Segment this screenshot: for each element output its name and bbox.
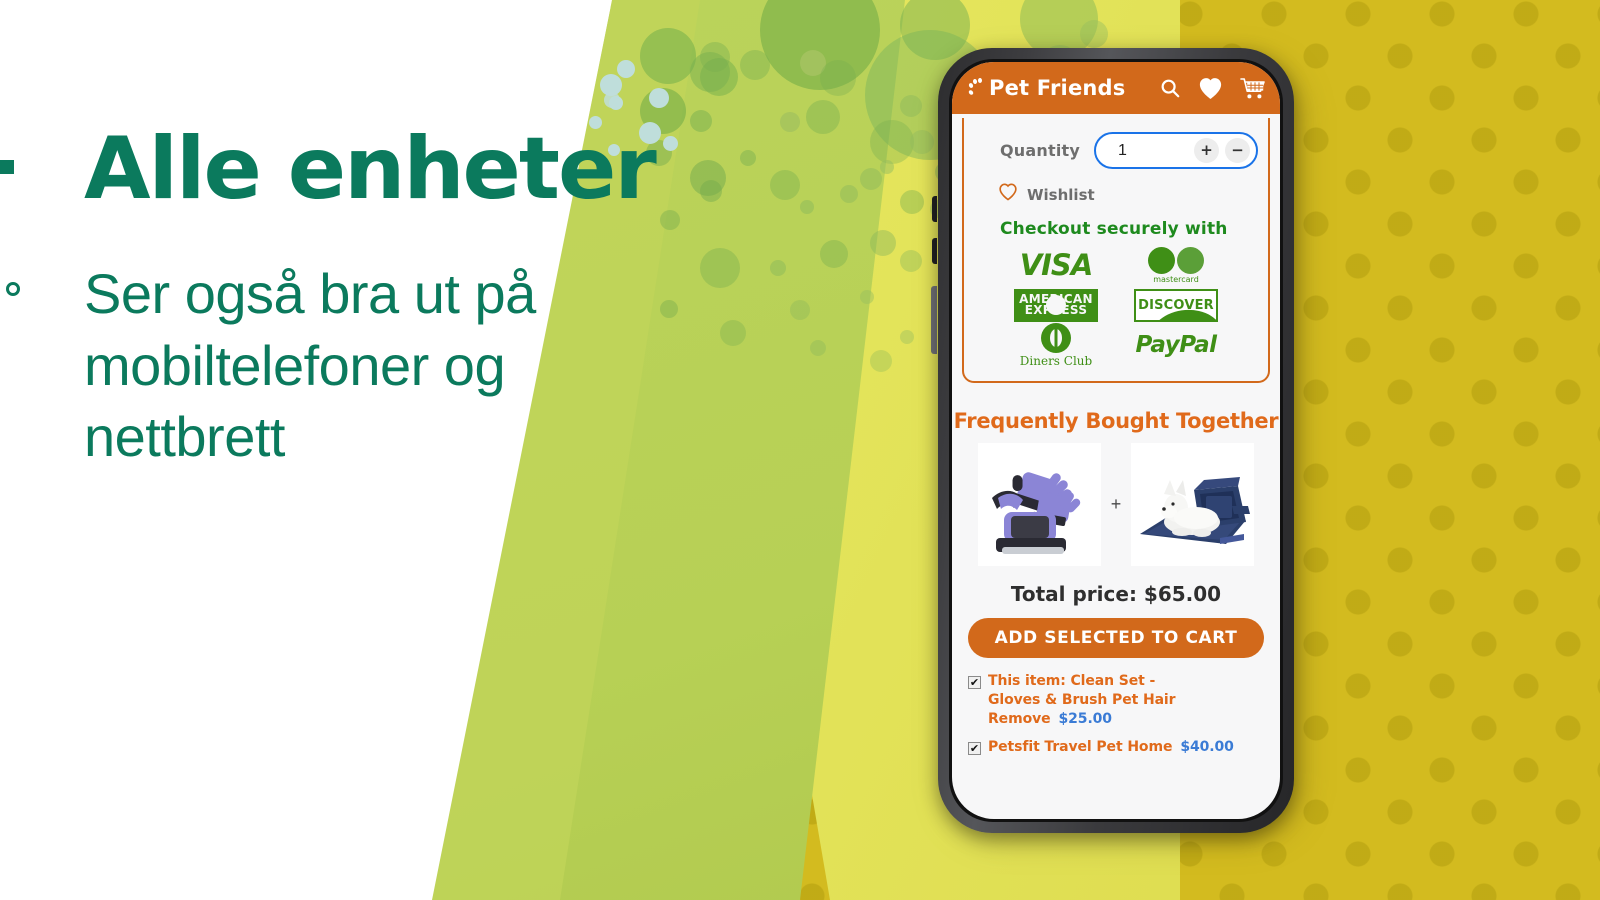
phone-volume-down-button[interactable] bbox=[932, 238, 937, 264]
payment-mastercard: mastercard bbox=[1148, 245, 1204, 285]
product-thumb-travel-pet-home[interactable] bbox=[1131, 443, 1255, 566]
item-price: $25.00 bbox=[1058, 710, 1113, 727]
phone-mockup: Pet Friends Quantity 1 + − Wishlist Chec… bbox=[938, 48, 1294, 833]
wishlist-button[interactable]: Wishlist bbox=[974, 169, 1258, 206]
item-checkbox[interactable]: ✔ bbox=[968, 741, 981, 755]
checkout-secure-title: Checkout securely with bbox=[1000, 219, 1228, 239]
promo-headline: Alle enheter bbox=[84, 119, 657, 219]
phone-screen: Pet Friends Quantity 1 + − Wishlist Chec… bbox=[952, 62, 1280, 819]
item-checkbox[interactable]: ✔ bbox=[968, 676, 981, 689]
discover-icon: DISCOVER bbox=[1134, 288, 1218, 322]
quantity-stepper[interactable]: 1 + − bbox=[1094, 132, 1258, 169]
total-price: Total price: $65.00 bbox=[1010, 582, 1222, 606]
header-icon-group bbox=[1159, 77, 1266, 100]
promo-banner: Alle enheter Ser også bra ut på mobiltel… bbox=[0, 0, 1600, 900]
quantity-label: Quantity bbox=[1000, 141, 1080, 160]
quantity-input[interactable]: 1 bbox=[1100, 142, 1188, 160]
fbt-products: + bbox=[952, 433, 1280, 566]
payment-visa: VISA bbox=[1019, 248, 1094, 282]
phone-bezel: Pet Friends Quantity 1 + − Wishlist Chec… bbox=[949, 59, 1283, 822]
product-thumb-clean-set[interactable] bbox=[977, 443, 1101, 566]
quantity-decrement-button[interactable]: − bbox=[1225, 138, 1250, 163]
purchase-card: Quantity 1 + − Wishlist Checkout securel… bbox=[962, 118, 1270, 383]
brand-logo[interactable]: Pet Friends bbox=[967, 76, 1126, 100]
quantity-row: Quantity 1 + − bbox=[974, 128, 1258, 169]
search-icon[interactable] bbox=[1159, 77, 1181, 99]
payment-amex: AMERICAN EXPRESS bbox=[1014, 285, 1098, 325]
promo-copy: Alle enheter Ser også bra ut på mobiltel… bbox=[84, 126, 684, 473]
brand-name: Pet Friends bbox=[989, 76, 1126, 100]
mastercard-icon bbox=[1148, 246, 1204, 274]
app-header: Pet Friends bbox=[952, 62, 1280, 114]
promo-subheadline: Ser også bra ut på mobiltelefoner og net… bbox=[84, 262, 536, 469]
fbt-plus-symbol: + bbox=[1110, 494, 1122, 514]
frequently-bought-together: Frequently Bought Together + Total price… bbox=[952, 383, 1280, 757]
payment-discover: DISCOVER bbox=[1134, 285, 1218, 325]
amex-icon: AMERICAN EXPRESS bbox=[1014, 288, 1098, 322]
cart-icon[interactable] bbox=[1240, 77, 1266, 100]
payment-paypal: PayPal bbox=[1135, 332, 1217, 358]
add-selected-to-cart-button[interactable]: ADD SELECTED TO CART bbox=[968, 618, 1264, 658]
heart-icon[interactable] bbox=[1198, 77, 1223, 100]
fbt-item-list: ✔ This item: Clean Set - Gloves & Brush … bbox=[952, 658, 1280, 757]
quantity-increment-button[interactable]: + bbox=[1194, 138, 1219, 163]
item-label: Petsfit Travel Pet Home $40.00 bbox=[988, 738, 1234, 755]
list-item[interactable]: ✔ This item: Clean Set - Gloves & Brush … bbox=[968, 672, 1266, 729]
payment-methods: VISA mastercard AMERICAN EXPRESS DISCOVE… bbox=[974, 239, 1258, 368]
list-item[interactable]: ✔ Petsfit Travel Pet Home $40.00 bbox=[968, 738, 1266, 757]
wishlist-label: Wishlist bbox=[1027, 185, 1095, 204]
heart-outline-icon bbox=[998, 183, 1018, 206]
paw-icon bbox=[967, 78, 987, 98]
item-price: $40.00 bbox=[1180, 738, 1234, 755]
diners-club-icon bbox=[1041, 322, 1071, 353]
payment-diners-club: Diners Club bbox=[1020, 322, 1092, 368]
phone-volume-up-button[interactable] bbox=[932, 196, 937, 222]
fbt-title: Frequently Bought Together bbox=[953, 409, 1279, 433]
phone-power-button[interactable] bbox=[931, 286, 937, 354]
item-label: This item: Clean Set - Gloves & Brush Pe… bbox=[988, 673, 1176, 727]
